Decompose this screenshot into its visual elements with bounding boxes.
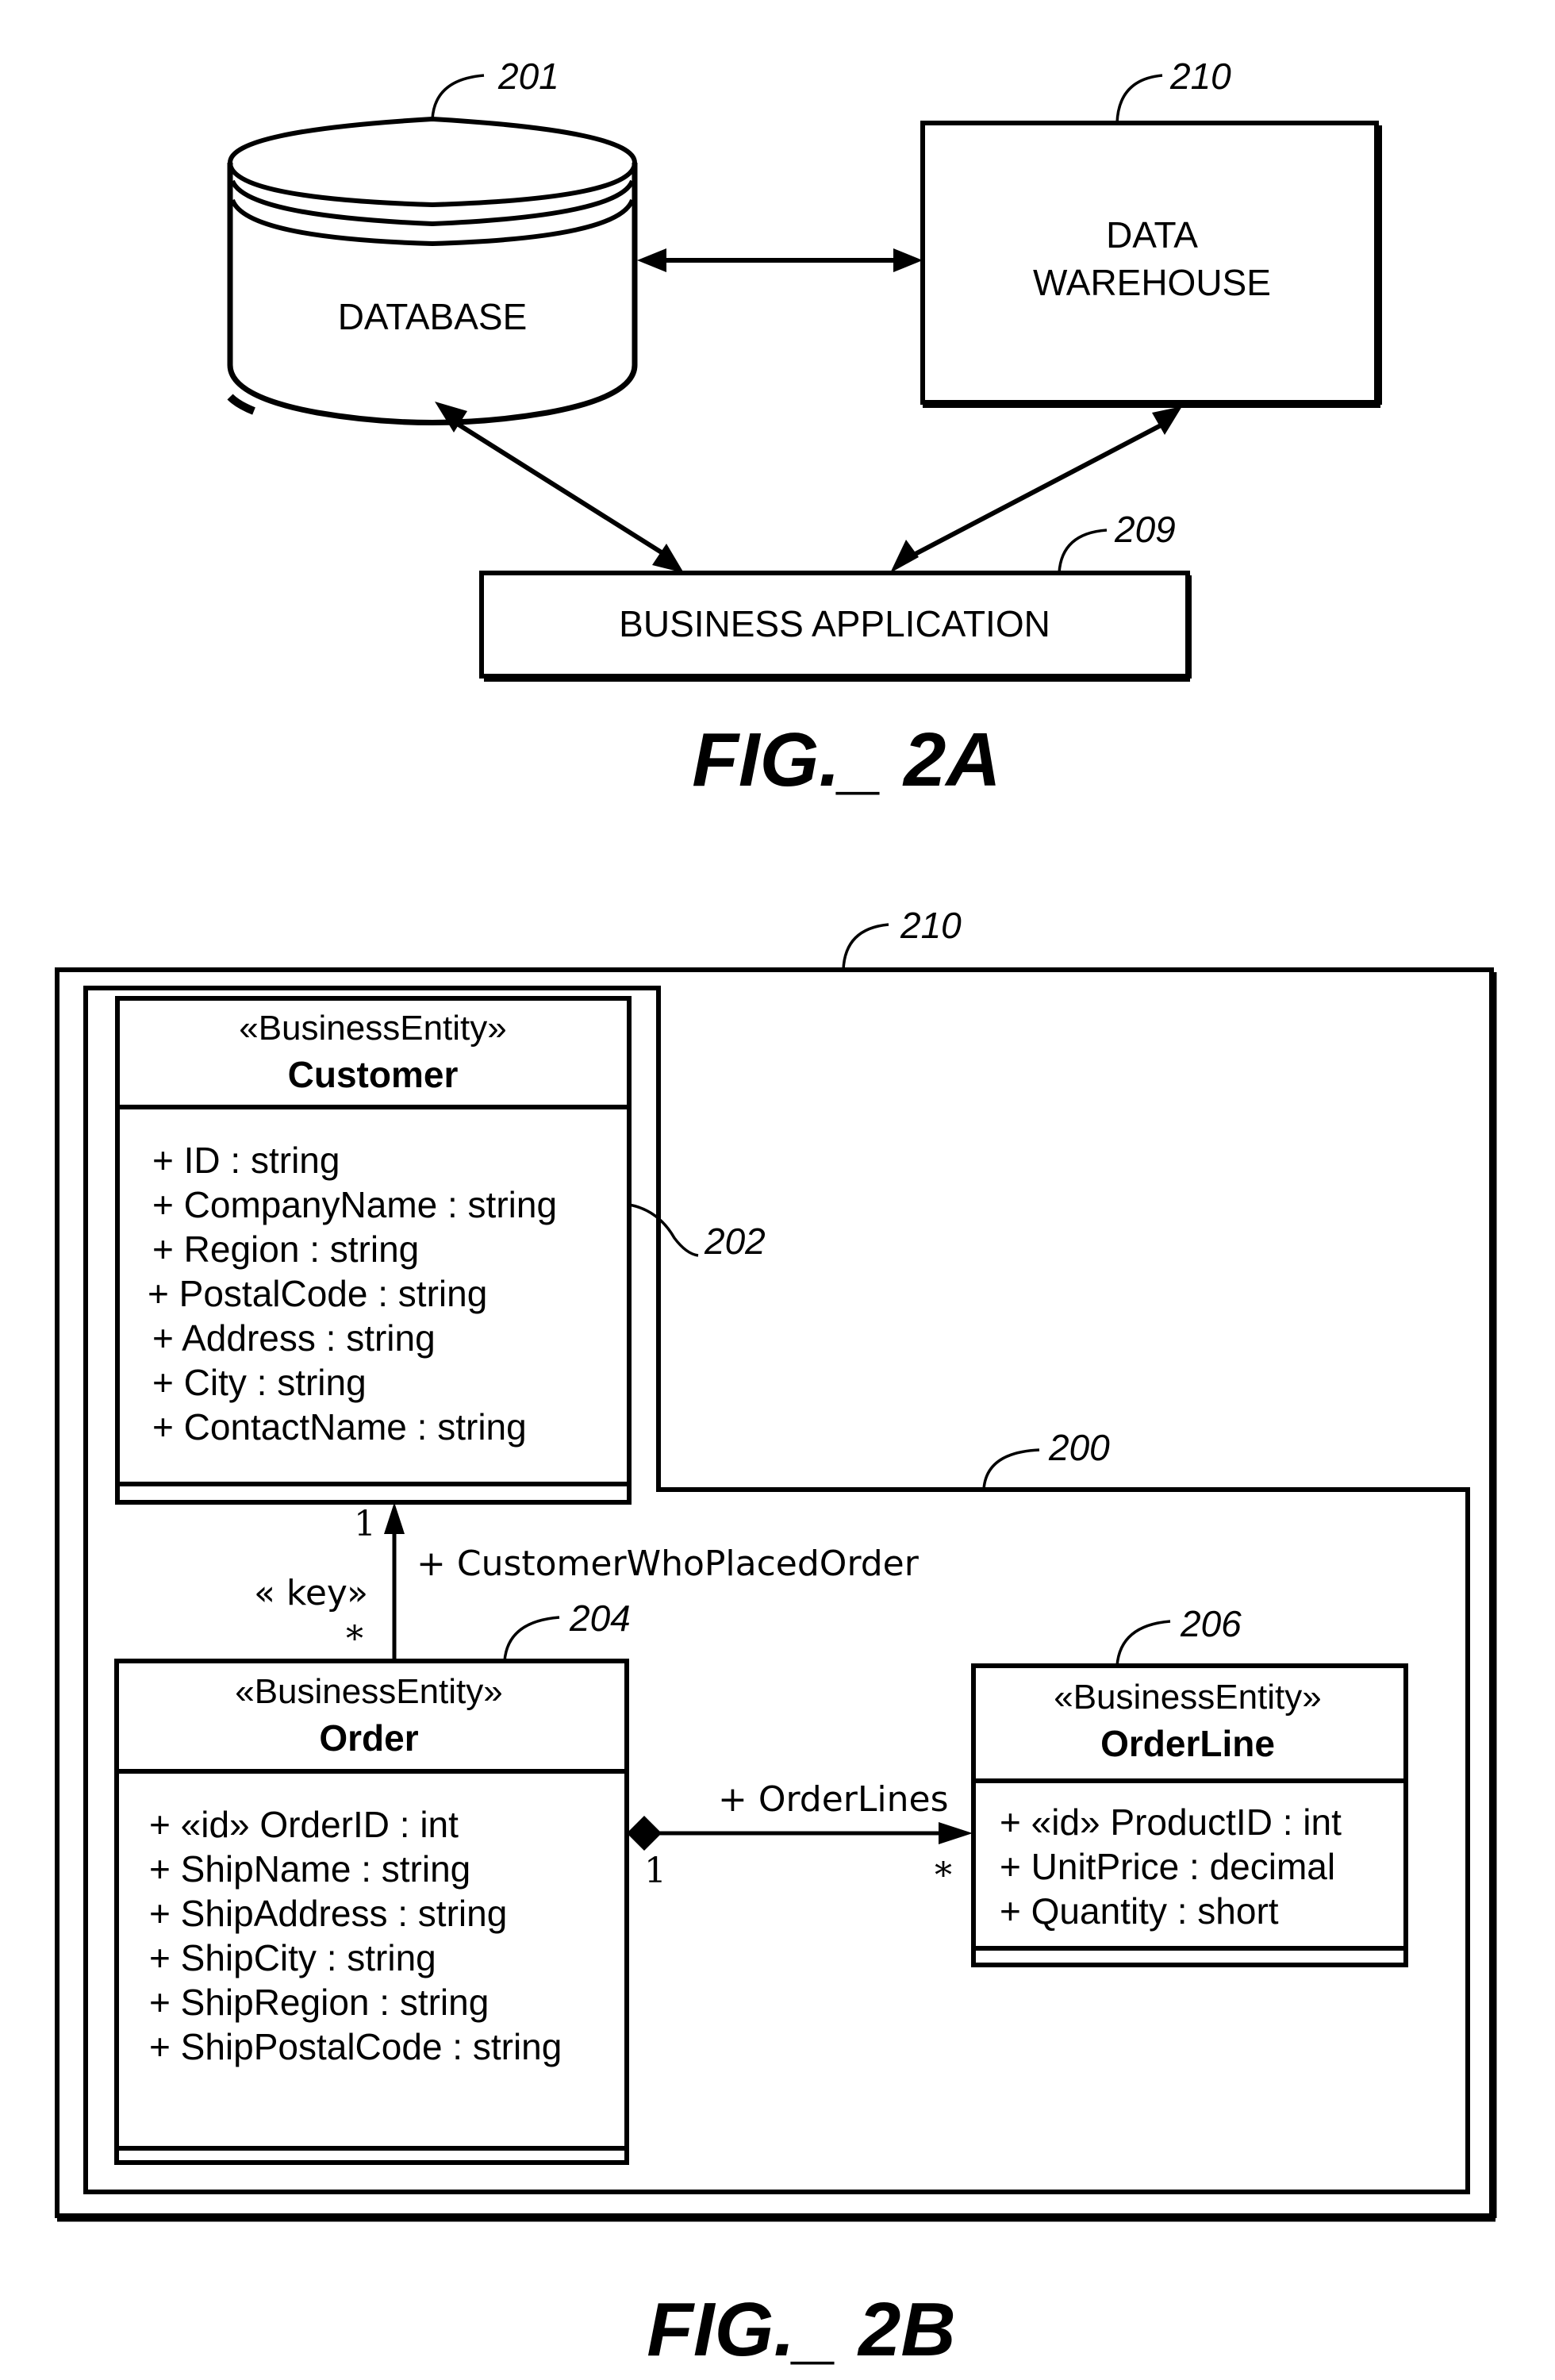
orderline-stereotype: «BusinessEntity» <box>1054 1678 1322 1717</box>
ref-210-bottom: 210 <box>842 905 962 971</box>
business-application-box: BUSINESS APPLICATION <box>479 571 1192 682</box>
customer-attribute: + Address : string <box>152 1317 436 1359</box>
ref-202: 202 <box>628 1203 766 1262</box>
ref-206-label: 206 <box>1180 1603 1242 1644</box>
data-warehouse-box: DATA WAREHOUSE <box>920 121 1382 408</box>
multiplicity-customer: 1 <box>354 1504 376 1544</box>
orderline-class-name: OrderLine <box>1100 1723 1275 1764</box>
arrowhead-right-icon <box>893 248 923 272</box>
ref-206: 206 <box>1115 1603 1242 1667</box>
order-attribute: + «id» OrderID : int <box>149 1804 459 1845</box>
class-customer: «BusinessEntity» Customer + ID : string … <box>115 996 632 1505</box>
arrowhead-down-left-icon <box>890 540 919 573</box>
arrow-database-business-app <box>435 402 684 573</box>
orderline-attribute: + «id» ProductID : int <box>1000 1801 1342 1843</box>
fig-2b-caption: FIG._ 2B <box>647 2287 955 2372</box>
orderline-attribute: + Quantity : short <box>1000 1890 1279 1932</box>
ref-204-label: 204 <box>569 1598 631 1639</box>
association-order-orderline: + OrderLines 1 * <box>627 1779 973 1896</box>
ref-210-top-label: 210 <box>1169 56 1231 97</box>
ref-200: 200 <box>982 1427 1110 1490</box>
arrow-database-warehouse <box>637 248 923 272</box>
fig-2a-caption: FIG._ 2A <box>692 717 1000 802</box>
order-attribute: + ShipPostalCode : string <box>149 2026 562 2067</box>
customer-attribute: + Region : string <box>152 1228 419 1270</box>
database-label: DATABASE <box>338 296 528 337</box>
order-attribute: + ShipAddress : string <box>149 1893 507 1934</box>
customer-class-name: Customer <box>288 1054 459 1095</box>
fig-2b: 210 200 «BusinessEntity» Customer + ID :… <box>55 905 1497 2372</box>
ref-200-label: 200 <box>1048 1427 1110 1468</box>
ref-202-label: 202 <box>704 1221 766 1262</box>
customer-attribute: + CompanyName : string <box>152 1184 557 1225</box>
database-cylinder: DATABASE <box>227 116 638 425</box>
ref-204: 204 <box>503 1598 631 1662</box>
customer-attribute: + City : string <box>152 1362 367 1403</box>
business-application-label: BUSINESS APPLICATION <box>619 603 1050 644</box>
navigability-arrow-icon <box>939 1822 973 1844</box>
arrowhead-up-right-icon <box>1152 406 1182 435</box>
customer-attribute: + ID : string <box>152 1140 340 1181</box>
ref-209: 209 <box>1058 509 1176 574</box>
order-attribute: + ShipCity : string <box>149 1937 436 1978</box>
key-stereotype: « key» <box>254 1573 368 1613</box>
role-customer-who-placed-order: + CustomerWhoPlacedOrder <box>417 1544 920 1584</box>
role-order-lines: + OrderLines <box>718 1779 949 1820</box>
ref-210-top: 210 <box>1115 56 1231 124</box>
order-attribute: + ShipName : string <box>149 1848 470 1890</box>
multiplicity-orderline: * <box>935 1855 952 1896</box>
arrowhead-left-icon <box>637 248 666 272</box>
multiplicity-order-source: 1 <box>644 1851 666 1891</box>
data-warehouse-label-line1: DATA <box>1106 214 1198 256</box>
customer-stereotype: «BusinessEntity» <box>239 1009 507 1048</box>
class-order: «BusinessEntity» Order + «id» OrderID : … <box>114 1659 629 2165</box>
ref-201-label: 201 <box>497 56 559 97</box>
patent-figure-sheet: DATABASE 201 DATA WAREHOUSE 210 BUSINESS… <box>55 56 1497 2372</box>
ref-209-label: 209 <box>1114 509 1176 550</box>
navigability-arrow-icon <box>384 1502 405 1534</box>
ref-210-bottom-label: 210 <box>900 905 962 946</box>
fig-2a: DATABASE 201 DATA WAREHOUSE 210 BUSINESS… <box>227 56 1382 802</box>
orderline-attribute: + UnitPrice : decimal <box>1000 1846 1335 1887</box>
composition-diamond-icon <box>627 1816 662 1851</box>
ref-201: 201 <box>431 56 559 120</box>
multiplicity-order: * <box>346 1619 363 1659</box>
class-orderline: «BusinessEntity» OrderLine + «id» Produc… <box>971 1663 1408 1967</box>
order-stereotype: «BusinessEntity» <box>235 1672 503 1711</box>
order-class-name: Order <box>319 1717 418 1759</box>
order-attribute: + ShipRegion : string <box>149 1982 489 2023</box>
data-warehouse-label-line2: WAREHOUSE <box>1033 262 1271 303</box>
customer-attribute: + PostalCode : string <box>148 1273 487 1314</box>
customer-attribute: + ContactName : string <box>152 1406 527 1448</box>
